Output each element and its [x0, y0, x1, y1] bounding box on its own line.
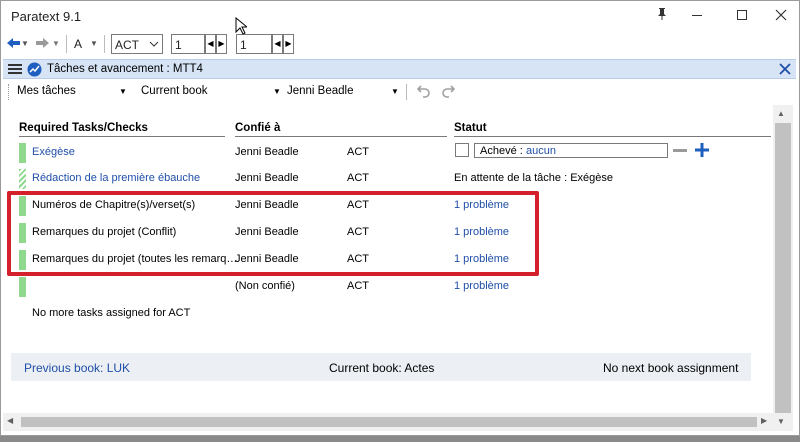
back-dropdown-icon[interactable]: ▼: [21, 39, 29, 48]
table-row[interactable]: Exégèse Jenni Beadle ACT Achevé : aucun: [19, 141, 771, 163]
table-row[interactable]: (Non confié) ACT 1 problème: [19, 275, 771, 297]
progress-bar: [19, 169, 26, 189]
book-code: ACT: [347, 172, 369, 184]
next-book-label: No next book assignment: [603, 361, 739, 375]
progress-bar: [19, 143, 26, 163]
status-field[interactable]: Achevé : aucun: [474, 143, 668, 158]
book-select-value: ACT: [115, 38, 139, 52]
panel-title: Tâches et avancement : MTT4: [47, 63, 203, 75]
user-filter-dropdown[interactable]: Jenni Beadle ▼: [285, 81, 401, 101]
verse-next-button[interactable]: ▶: [283, 34, 294, 54]
header-underline: [454, 136, 771, 137]
scope-filter-dropdown[interactable]: Current book ▼: [141, 81, 281, 101]
panel-close-icon[interactable]: [779, 63, 791, 78]
task-link[interactable]: Rédaction de la première ébauche: [32, 172, 200, 184]
header-underline: [235, 136, 447, 137]
scroll-right-icon[interactable]: ▶: [761, 416, 767, 425]
forward-arrow-icon[interactable]: [35, 35, 51, 54]
close-icon[interactable]: [766, 5, 796, 27]
column-header-assigned: Confié à: [235, 122, 281, 134]
horizontal-scroll-thumb[interactable]: [21, 417, 757, 427]
grip-handle: [8, 84, 9, 100]
toolbar-divider: [406, 84, 407, 100]
status-field-label: Achevé :: [480, 145, 523, 157]
current-book-label: Current book: Actes: [329, 361, 435, 375]
verse-prev-button[interactable]: ◀: [272, 34, 283, 54]
problem-link[interactable]: 1 problème: [454, 280, 509, 292]
filter-bar: Mes tâches ▼ Current book ▼ Jenni Beadle…: [3, 80, 796, 104]
book-code: ACT: [347, 280, 369, 292]
minimize-icon[interactable]: [682, 5, 712, 27]
toolbar-divider: [104, 35, 105, 53]
highlight-box: [7, 191, 539, 276]
assignee: Jenni Beadle: [235, 146, 299, 158]
chevron-down-icon: [149, 39, 159, 52]
maximize-icon[interactable]: [727, 5, 757, 27]
tasks-filter-value: Mes tâches: [17, 85, 76, 97]
font-dropdown-icon[interactable]: ▼: [90, 39, 98, 48]
vertical-scroll-thumb[interactable]: [775, 123, 791, 413]
chapter-value: 1: [175, 38, 182, 52]
back-arrow-icon[interactable]: [5, 35, 21, 54]
scroll-up-icon[interactable]: ▲: [777, 109, 785, 118]
table-row[interactable]: Rédaction de la première ébauche Jenni B…: [19, 167, 771, 189]
dropdown-arrow-icon: ▼: [119, 87, 127, 96]
progress-bar: [19, 277, 26, 297]
column-header-tasks: Required Tasks/Checks: [19, 122, 148, 134]
previous-book-link[interactable]: Previous book: LUK: [24, 361, 130, 375]
dropdown-arrow-icon: ▼: [391, 87, 399, 96]
status-text: En attente de la tâche : Exégèse: [454, 172, 614, 184]
user-filter-value: Jenni Beadle: [287, 85, 354, 97]
verse-value: 1: [240, 38, 247, 52]
scope-filter-value: Current book: [141, 85, 208, 97]
scroll-left-icon[interactable]: ◀: [7, 416, 13, 425]
title-bar: Paratext 9.1: [1, 1, 799, 31]
minus-icon[interactable]: [673, 149, 687, 152]
tasks-progress-icon: [27, 62, 42, 80]
plus-icon[interactable]: [694, 142, 710, 161]
chapter-prev-button[interactable]: ◀: [205, 34, 216, 54]
header-underline: [19, 136, 225, 137]
assignee: Jenni Beadle: [235, 172, 299, 184]
toolbar-divider: [66, 35, 67, 53]
pin-icon[interactable]: [647, 5, 677, 27]
book-navigation-footer: Previous book: LUK Current book: Actes N…: [11, 353, 751, 381]
book-select[interactable]: ACT: [111, 34, 163, 54]
status-checkbox[interactable]: [455, 143, 469, 157]
column-header-status: Statut: [454, 122, 487, 134]
main-toolbar: ▼ ▼ A ▼ ACT 1 ◀ ▶ 1 ◀ ▶: [1, 31, 799, 57]
assignee: (Non confié): [235, 280, 295, 292]
chapter-next-button[interactable]: ▶: [216, 34, 227, 54]
paratext-window: Paratext 9.1 ▼ ▼ A ▼ ACT 1 ◀ ▶ 1 ◀ ▶ Tâc…: [0, 0, 800, 436]
no-more-tasks-text: No more tasks assigned for ACT: [32, 307, 191, 319]
chapter-input[interactable]: 1: [171, 34, 205, 54]
undo-icon[interactable]: [416, 84, 431, 101]
hamburger-menu-icon[interactable]: [8, 63, 22, 78]
app-title: Paratext 9.1: [11, 9, 82, 24]
tasks-filter-dropdown[interactable]: Mes tâches ▼: [17, 81, 129, 101]
book-code: ACT: [347, 146, 369, 158]
status-field-value[interactable]: aucun: [526, 145, 556, 157]
forward-dropdown-icon[interactable]: ▼: [52, 39, 60, 48]
task-link[interactable]: Exégèse: [32, 146, 75, 158]
mouse-cursor-icon: [235, 16, 249, 38]
redo-icon[interactable]: [441, 84, 456, 101]
font-size-button[interactable]: A: [74, 37, 82, 51]
scroll-down-icon[interactable]: ▼: [777, 417, 785, 426]
panel-header: Tâches et avancement : MTT4: [3, 59, 796, 79]
dropdown-arrow-icon: ▼: [273, 87, 281, 96]
